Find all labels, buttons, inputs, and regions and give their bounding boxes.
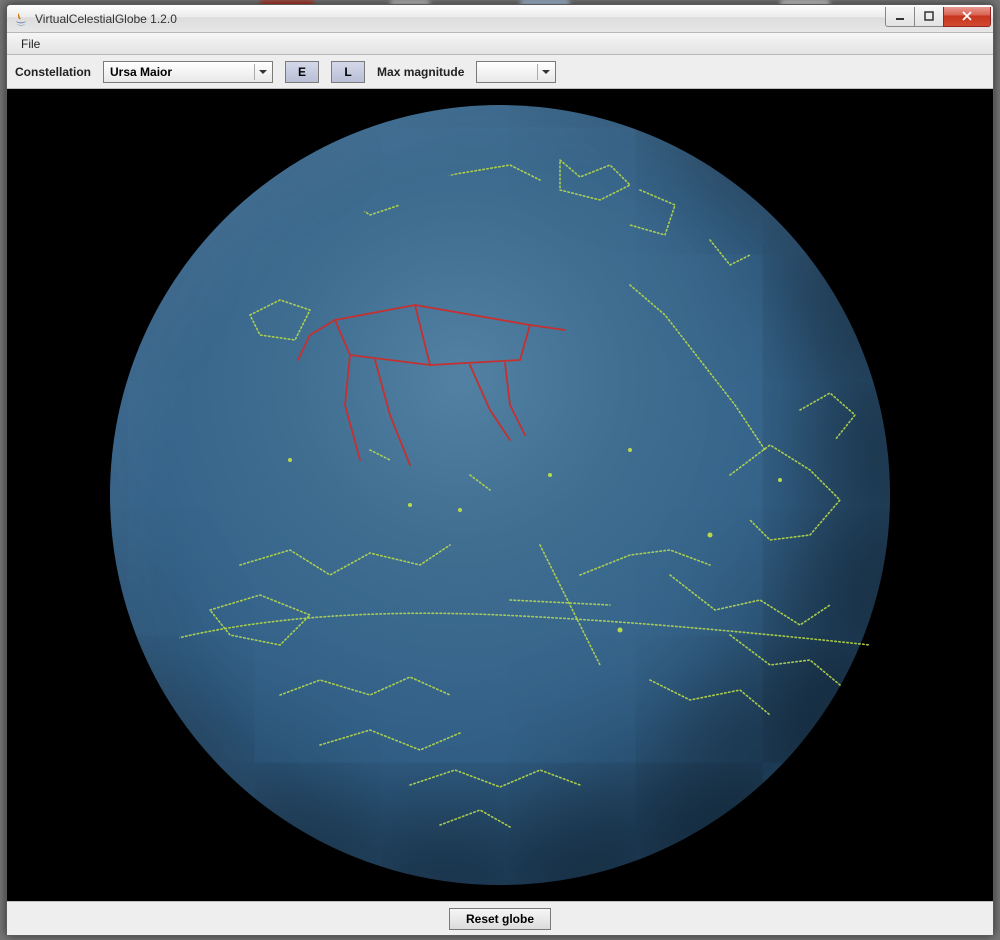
bottom-bar: Reset globe [7, 901, 993, 935]
java-app-icon [13, 11, 29, 27]
button-e[interactable]: E [285, 61, 319, 83]
constellation-value: Ursa Maior [110, 65, 254, 79]
max-magnitude-label: Max magnitude [377, 65, 464, 79]
max-magnitude-select[interactable] [476, 61, 556, 83]
reset-globe-button[interactable]: Reset globe [449, 908, 551, 930]
title-bar[interactable]: VirtualCelestialGlobe 1.2.0 [7, 5, 993, 33]
chevron-down-icon [537, 64, 553, 80]
minimize-button[interactable] [885, 7, 915, 27]
toolbar: Constellation Ursa Maior E L Max magnitu… [7, 55, 993, 89]
application-window: VirtualCelestialGlobe 1.2.0 File Constel… [6, 4, 994, 936]
constellation-lines [170, 160, 870, 827]
menu-file[interactable]: File [13, 35, 48, 53]
highlighted-constellation [298, 305, 565, 465]
maximize-button[interactable] [914, 7, 944, 27]
constellation-select[interactable]: Ursa Maior [103, 61, 273, 83]
window-title: VirtualCelestialGlobe 1.2.0 [35, 12, 886, 26]
chevron-down-icon [254, 64, 270, 80]
globe-viewport[interactable] [7, 89, 993, 901]
window-controls [886, 7, 991, 27]
celestial-globe[interactable] [110, 105, 890, 885]
constellation-label: Constellation [15, 65, 91, 79]
close-button[interactable] [943, 7, 991, 27]
menu-bar: File [7, 33, 993, 55]
button-l[interactable]: L [331, 61, 365, 83]
